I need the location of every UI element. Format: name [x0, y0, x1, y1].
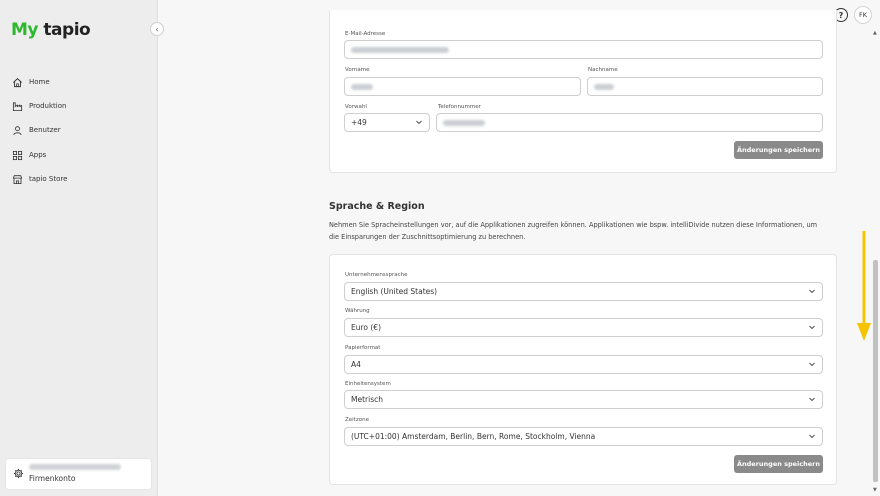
sidebar-item-benutzer[interactable]: Benutzer [12, 122, 61, 138]
scrollbar-thumb[interactable] [873, 260, 878, 482]
chevron-down-icon [416, 120, 422, 125]
sidebar-item-tapio-store[interactable]: tapio Store [12, 171, 67, 187]
sidebar-item-label: tapio Store [29, 175, 68, 183]
company-language-label: Unternehmenssprache [345, 272, 408, 278]
scroll-up-icon[interactable]: ▲ [873, 30, 877, 36]
phone-field[interactable] [436, 113, 823, 132]
page-scrollbar[interactable]: ▲ ▼ [871, 30, 880, 496]
apps-grid-icon [12, 150, 23, 160]
unit-system-select[interactable]: Metrisch [344, 390, 823, 409]
sidebar-item-produktion[interactable]: Produktion [12, 98, 66, 114]
paper-format-value: A4 [351, 360, 361, 369]
profile-card: E-Mail-Adresse Vorname Nachname Vorwahl … [329, 10, 837, 173]
app-logo[interactable]: My tapio [11, 20, 91, 40]
prefix-value: +49 [351, 118, 367, 127]
email-field[interactable] [344, 40, 823, 59]
gear-icon [13, 468, 24, 479]
company-language-select[interactable]: English (United States) [344, 282, 823, 301]
chevron-down-icon [809, 289, 815, 294]
sidebar-item-label: Produktion [29, 102, 67, 110]
chevron-down-icon [809, 434, 815, 439]
section-title: Sprache & Region [329, 201, 425, 212]
header-actions: ? FK [834, 6, 872, 24]
paper-format-select[interactable]: A4 [344, 355, 823, 374]
collapse-sidebar-button[interactable]: ‹ [150, 22, 164, 36]
section-description: Nehmen Sie Spracheinstellungen vor, auf … [329, 221, 818, 241]
first-name-field[interactable] [344, 77, 581, 96]
unit-system-label: Einheitensystem [345, 381, 391, 387]
email-value-redacted [351, 47, 449, 53]
store-icon [12, 174, 23, 184]
save-language-region-button[interactable]: Änderungen speichern [734, 455, 823, 473]
sidebar-item-label: Apps [29, 151, 47, 159]
scroll-down-icon[interactable]: ▼ [873, 487, 877, 493]
language-region-card: Unternehmenssprache English (United Stat… [329, 254, 837, 485]
scroll-down-annotation-arrow-icon [857, 231, 871, 341]
currency-value: Euro (€) [351, 323, 382, 332]
phone-label: Telefonnummer [438, 104, 481, 110]
last-name-field[interactable] [587, 77, 823, 96]
first-name-label: Vorname [345, 67, 370, 73]
chevron-down-icon [809, 397, 815, 402]
sidebar-item-home[interactable]: Home [12, 74, 50, 90]
prefix-select[interactable]: +49 [344, 113, 430, 132]
company-language-value: English (United States) [351, 287, 438, 296]
account-label: Firmenkonto [29, 474, 76, 483]
prefix-label: Vorwahl [345, 104, 367, 110]
timezone-value: (UTC+01:00) Amsterdam, Berlin, Bern, Rom… [351, 432, 596, 441]
home-icon [13, 77, 22, 87]
company-account-button[interactable]: Firmenkonto [6, 459, 151, 489]
currency-label: Währung [345, 308, 370, 314]
unit-system-value: Metrisch [351, 395, 383, 404]
save-profile-button[interactable]: Änderungen speichern [734, 141, 823, 159]
chevron-down-icon [809, 325, 815, 330]
first-name-value-redacted [351, 84, 373, 90]
chevron-left-icon: ‹ [155, 24, 159, 34]
user-icon [13, 125, 22, 135]
chevron-down-icon [809, 362, 815, 367]
timezone-label: Zeitzone [345, 417, 369, 423]
email-label: E-Mail-Adresse [345, 31, 386, 37]
sidebar-item-apps[interactable]: Apps [12, 147, 46, 163]
paper-format-label: Papierformat [345, 345, 381, 351]
currency-select[interactable]: Euro (€) [344, 318, 823, 337]
timezone-select[interactable]: (UTC+01:00) Amsterdam, Berlin, Bern, Rom… [344, 427, 823, 446]
sidebar-item-label: Home [29, 78, 50, 86]
account-email-redacted [29, 464, 121, 470]
sidebar: My tapio Home Produktion Benutzer Apps t… [0, 0, 158, 496]
last-name-value-redacted [594, 84, 614, 90]
avatar[interactable]: FK [854, 6, 872, 24]
sidebar-item-label: Benutzer [29, 126, 61, 134]
last-name-label: Nachname [588, 67, 618, 73]
phone-value-redacted [443, 120, 485, 126]
factory-icon [12, 101, 23, 111]
